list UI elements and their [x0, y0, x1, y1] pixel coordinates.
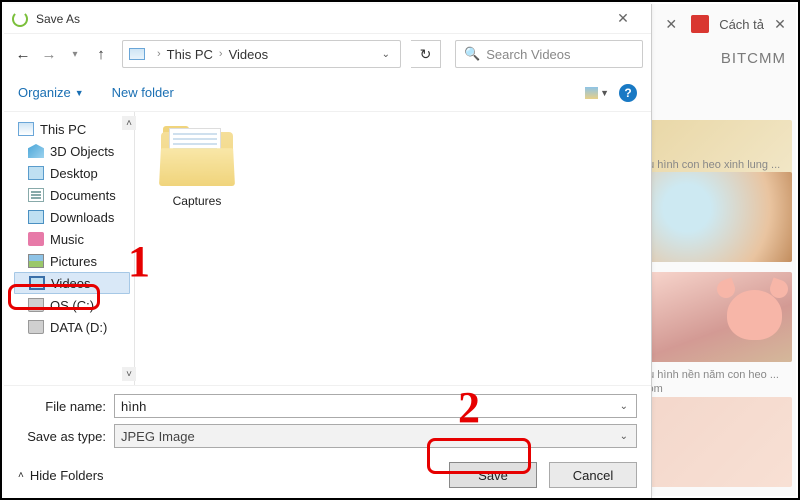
bg-tab-favicon [691, 15, 709, 33]
folder-icon [159, 126, 235, 186]
tree-videos[interactable]: Videos [14, 272, 130, 294]
breadcrumb-root[interactable]: This PC [167, 47, 213, 62]
nav-recent-dropdown[interactable]: ▾ [64, 43, 86, 65]
save-as-dialog: Save As ✕ ← → ▾ ↑ › This PC › Videos ⌄ ↻… [4, 4, 652, 498]
new-folder-button[interactable]: New folder [112, 85, 174, 100]
bg-thumb-2 [642, 172, 792, 262]
tree-os-c[interactable]: OS (C:) [14, 294, 130, 316]
organize-button[interactable]: Organize ▼ [18, 85, 84, 100]
hide-folders-label: Hide Folders [30, 468, 104, 483]
tree-label: Desktop [50, 166, 98, 181]
filename-value: hình [121, 399, 146, 414]
pc-icon [129, 48, 145, 60]
bg-thumb-3 [642, 272, 792, 362]
search-box[interactable]: 🔍 Search Videos [455, 40, 643, 68]
tree-label: Videos [51, 276, 91, 291]
tree-label: Pictures [50, 254, 97, 269]
bg-caption-4b: com [642, 382, 792, 396]
window-close-button[interactable]: ✕ [603, 5, 643, 33]
tree-label: Downloads [50, 210, 114, 225]
savetype-select[interactable]: JPEG Image ⌄ [114, 424, 637, 448]
bg-caption-2: hu hình con heo xinh lung ... [642, 158, 792, 172]
folder-captures[interactable]: Captures [155, 126, 239, 208]
app-icon [12, 11, 28, 27]
chevron-up-icon: ˄ [18, 470, 24, 481]
breadcrumb-folder[interactable]: Videos [229, 47, 269, 62]
search-icon: 🔍 [464, 46, 480, 62]
view-options-button[interactable]: ▼ [585, 84, 609, 102]
bg-tab-close-icon: ✕ [661, 14, 681, 34]
refresh-button[interactable]: ↻ [411, 40, 441, 68]
file-list[interactable]: Captures [135, 112, 651, 385]
dialog-footer: ˄ Hide Folders Save Cancel [4, 452, 651, 498]
view-icon [585, 87, 598, 99]
bg-caption-4: ẩu hình nền năm con heo ... [642, 368, 792, 382]
tree-label: Documents [50, 188, 116, 203]
tree-3d-objects[interactable]: 3D Objects [14, 140, 130, 162]
savetype-label: Save as type: [18, 429, 114, 444]
chevron-down-icon: ▼ [600, 88, 609, 98]
background-browser: ✕ Cách tả ✕ BITCMM hu hình con heo xinh … [636, 4, 796, 496]
titlebar: Save As ✕ [4, 4, 651, 34]
filename-fields: File name: hình ⌄ Save as type: JPEG Ima… [4, 385, 651, 452]
filename-dropdown-icon[interactable]: ⌄ [618, 401, 630, 412]
tree-music[interactable]: Music [14, 228, 130, 250]
breadcrumb-sep-1: › [157, 48, 161, 60]
nav-tree: ˄ This PC 3D Objects Desktop Documents D… [4, 112, 134, 385]
organize-label: Organize [18, 85, 71, 100]
nav-up-button[interactable]: ↑ [90, 43, 112, 65]
hide-folders-button[interactable]: ˄ Hide Folders [18, 468, 104, 483]
tree-desktop[interactable]: Desktop [14, 162, 130, 184]
savetype-dropdown-icon[interactable]: ⌄ [618, 431, 630, 442]
tree-pictures[interactable]: Pictures [14, 250, 130, 272]
tree-scroll-down[interactable]: ˅ [122, 367, 136, 381]
tree-label: OS (C:) [50, 298, 94, 313]
search-placeholder: Search Videos [486, 47, 570, 62]
save-button[interactable]: Save [449, 462, 537, 488]
bg-page-title-fragment: BITCMM [721, 50, 786, 67]
folder-label: Captures [155, 194, 239, 208]
breadcrumb-sep-2: › [219, 48, 223, 60]
bg-tab-label: Cách tả [719, 17, 764, 32]
nav-row: ← → ▾ ↑ › This PC › Videos ⌄ ↻ 🔍 Search … [4, 34, 651, 74]
window-title: Save As [36, 12, 603, 26]
address-bar[interactable]: › This PC › Videos ⌄ [122, 40, 401, 68]
tree-label: 3D Objects [50, 144, 114, 159]
tree-data-d[interactable]: DATA (D:) [14, 316, 130, 338]
address-dropdown-icon[interactable]: ⌄ [378, 49, 394, 60]
savetype-value: JPEG Image [121, 429, 195, 444]
nav-forward-button[interactable]: → [38, 43, 60, 65]
cancel-button[interactable]: Cancel [549, 462, 637, 488]
bg-tab-close-icon-2: ✕ [770, 14, 790, 34]
nav-back-button[interactable]: ← [12, 43, 34, 65]
tree-label: This PC [40, 122, 86, 137]
tree-scroll-up[interactable]: ˄ [122, 116, 136, 130]
tree-label: Music [50, 232, 84, 247]
chevron-down-icon: ▼ [75, 88, 84, 98]
tree-label: DATA (D:) [50, 320, 107, 335]
help-button[interactable]: ? [619, 84, 637, 102]
tree-documents[interactable]: Documents [14, 184, 130, 206]
toolbar: Organize ▼ New folder ▼ ? [4, 74, 651, 112]
bg-thumb-4 [642, 397, 792, 487]
filename-input[interactable]: hình ⌄ [114, 394, 637, 418]
filename-label: File name: [18, 399, 114, 414]
tree-this-pc[interactable]: This PC [14, 118, 130, 140]
tree-downloads[interactable]: Downloads [14, 206, 130, 228]
